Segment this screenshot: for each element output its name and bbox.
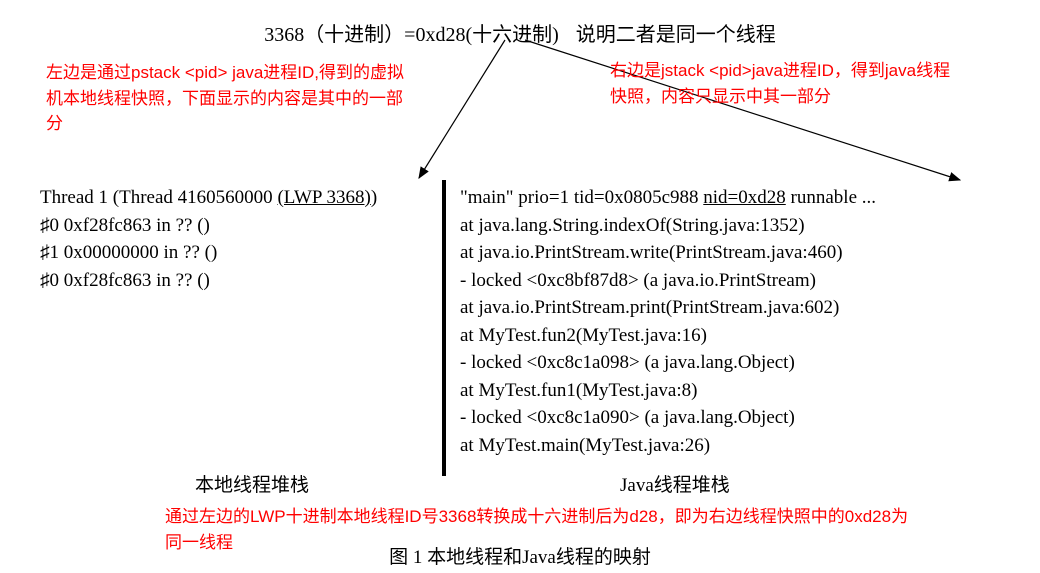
java-frame: - locked <0xc8c1a098> (a java.lang.Objec… xyxy=(460,349,985,377)
stack-columns: Thread 1 (Thread 4160560000 (LWP 3368)) … xyxy=(40,184,985,476)
native-header-suffix: ) xyxy=(371,187,377,208)
arrow-to-left xyxy=(419,40,505,178)
native-frame: ♯1 0x00000000 in ?? () xyxy=(40,239,430,267)
header-right: 说明二者是同一个线程 xyxy=(576,24,776,46)
annotation-right: 右边是jstack <pid>java进程ID，得到java线程快照，内容只显示… xyxy=(610,58,960,109)
native-frame: ♯0 0xf28fc863 in ?? () xyxy=(40,212,430,240)
native-stack-label: 本地线程堆栈 xyxy=(195,470,309,497)
java-header-suffix: runnable ... xyxy=(786,187,876,208)
java-stack-label: Java线程堆栈 xyxy=(620,470,730,497)
native-stack: Thread 1 (Thread 4160560000 (LWP 3368)) … xyxy=(40,184,442,476)
native-thread-header: Thread 1 (Thread 4160560000 (LWP 3368)) xyxy=(40,184,430,212)
java-frame: at MyTest.fun2(MyTest.java:16) xyxy=(460,322,985,350)
java-frame: at java.io.PrintStream.print(PrintStream… xyxy=(460,294,985,322)
header-equation: 3368（十进制）=0xd28(十六进制) 说明二者是同一个线程 xyxy=(0,18,1040,47)
java-header-prefix: "main" prio=1 tid=0x0805c988 xyxy=(460,187,703,208)
native-frame: ♯0 0xf28fc863 in ?? () xyxy=(40,267,430,295)
java-frame: at MyTest.fun1(MyTest.java:8) xyxy=(460,377,985,405)
java-frame: at java.lang.String.indexOf(String.java:… xyxy=(460,212,985,240)
java-frame: at MyTest.main(MyTest.java:26) xyxy=(460,432,985,460)
java-thread-header: "main" prio=1 tid=0x0805c988 nid=0xd28 r… xyxy=(460,184,985,212)
java-stack: "main" prio=1 tid=0x0805c988 nid=0xd28 r… xyxy=(446,184,985,476)
java-frame: - locked <0xc8bf87d8> (a java.io.PrintSt… xyxy=(460,267,985,295)
java-frame: at java.io.PrintStream.write(PrintStream… xyxy=(460,239,985,267)
annotation-left: 左边是通过pstack <pid> java进程ID,得到的虚拟机本地线程快照，… xyxy=(46,60,416,137)
figure-caption: 图 1 本地线程和Java线程的映射 xyxy=(0,542,1040,569)
native-header-lwp: (LWP 3368) xyxy=(277,187,370,208)
java-frame: - locked <0xc8c1a090> (a java.lang.Objec… xyxy=(460,404,985,432)
header-left: 3368（十进制）=0xd28(十六进制) xyxy=(264,24,559,46)
native-header-prefix: Thread 1 (Thread 4160560000 xyxy=(40,187,277,208)
java-header-nid: nid=0xd28 xyxy=(703,187,786,208)
